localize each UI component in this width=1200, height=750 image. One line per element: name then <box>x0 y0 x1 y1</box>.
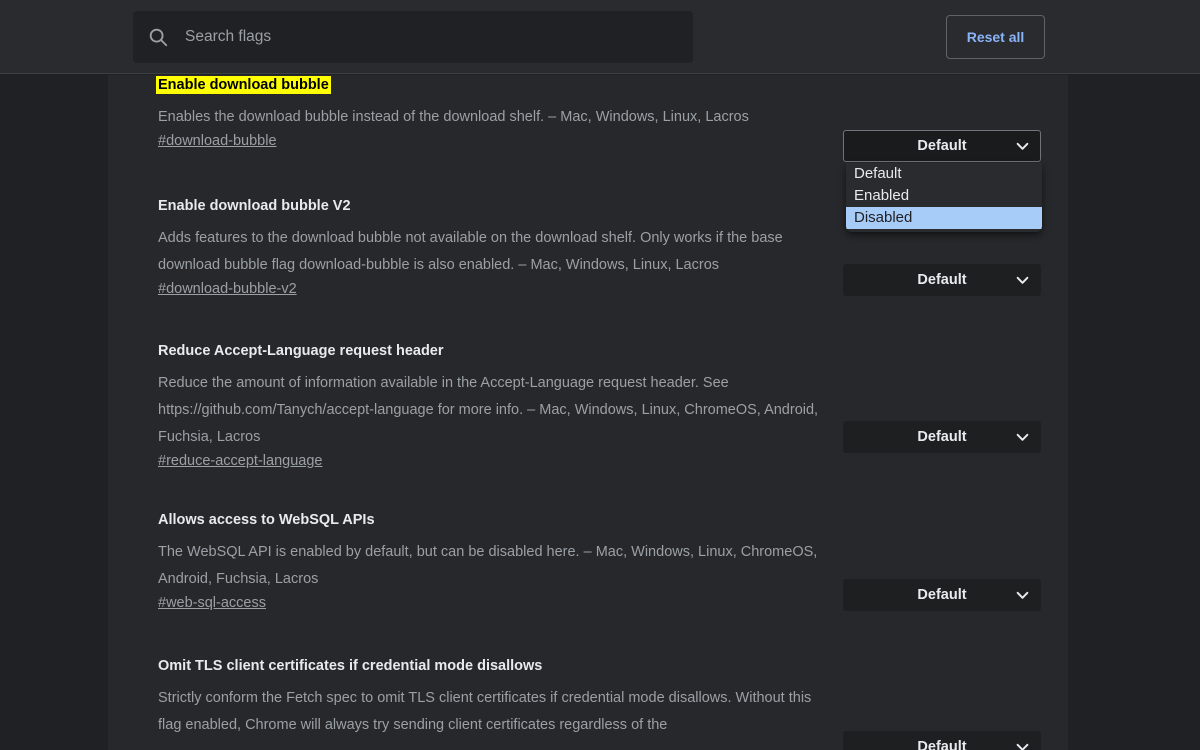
select-trigger[interactable]: Default <box>843 731 1041 750</box>
flag-permalink[interactable]: #download-bubble-v2 <box>158 281 297 297</box>
search-icon <box>147 26 169 48</box>
flag-description: The WebSQL API is enabled by default, bu… <box>158 539 833 593</box>
chevron-down-icon <box>1016 589 1029 602</box>
flag-title: Reduce Accept-Language request header <box>158 343 444 359</box>
flag-description: Adds features to the download bubble not… <box>158 225 833 279</box>
select-value: Default <box>917 739 966 750</box>
select-trigger[interactable]: Default <box>843 130 1041 162</box>
chevron-down-icon <box>1016 431 1029 444</box>
flag-permalink[interactable]: #reduce-accept-language <box>158 453 322 469</box>
select-option-list[interactable]: DefaultEnabledDisabled <box>846 163 1042 232</box>
flag-text-block: Allows access to WebSQL APIs The WebSQL A… <box>133 510 833 612</box>
flags-list: Enable download bubbleEnables the downlo… <box>108 75 1068 102</box>
select-value: Default <box>917 587 966 603</box>
select-trigger[interactable]: Default <box>843 264 1041 296</box>
select-trigger[interactable]: Default <box>843 421 1041 453</box>
top-toolbar: Reset all <box>0 0 1200 74</box>
select-option[interactable]: Default <box>846 163 1042 185</box>
flag-title-row: Allows access to WebSQL APIs <box>158 510 833 530</box>
chevron-down-icon <box>1016 741 1029 750</box>
select-trigger[interactable]: Default <box>843 579 1041 611</box>
flag-permalink[interactable]: #web-sql-access <box>158 595 266 611</box>
search-input[interactable] <box>185 11 679 63</box>
flag-text-block: Omit TLS client certificates if credenti… <box>133 656 833 739</box>
flag-text-block: Enable download bubble V2 Adds features t… <box>133 196 833 298</box>
flag-state-select[interactable]: Default <box>843 579 1041 611</box>
flag-title-row: Omit TLS client certificates if credenti… <box>158 656 833 676</box>
flags-content-panel: Enable download bubble Enables the downlo… <box>108 75 1068 750</box>
flag-title: Allows access to WebSQL APIs <box>158 512 375 528</box>
flag-state-select[interactable]: DefaultDefaultEnabledDisabled <box>843 130 1041 162</box>
select-option[interactable]: Disabled <box>846 207 1042 229</box>
flag-description: Reduce the amount of information availab… <box>158 370 833 451</box>
flag-title: Omit TLS client certificates if credenti… <box>158 658 542 674</box>
select-value: Default <box>917 272 966 288</box>
chevron-down-icon <box>1016 274 1029 287</box>
flag-permalink[interactable]: #download-bubble <box>158 133 277 149</box>
flag-title: Enable download bubble V2 <box>158 198 351 214</box>
reset-all-button[interactable]: Reset all <box>946 15 1045 59</box>
flag-text-block: Enable download bubble Enables the downlo… <box>133 75 833 150</box>
flag-title-row: Enable download bubble <box>158 75 833 95</box>
select-value: Default <box>917 429 966 445</box>
flag-title-row: Enable download bubble V2 <box>158 196 833 216</box>
flag-state-select[interactable]: Default <box>843 731 1041 750</box>
search-box[interactable] <box>133 11 693 63</box>
flag-description: Strictly conform the Fetch spec to omit … <box>158 685 833 739</box>
flag-description: Enables the download bubble instead of t… <box>158 104 833 131</box>
chevron-down-icon <box>1016 140 1029 153</box>
flag-state-select[interactable]: Default <box>843 421 1041 453</box>
select-value: Default <box>917 138 966 154</box>
flag-title: Enable download bubble <box>156 76 331 94</box>
flag-text-block: Reduce Accept-Language request header Red… <box>133 341 833 470</box>
flag-state-select[interactable]: Default <box>843 264 1041 296</box>
flag-title-row: Reduce Accept-Language request header <box>158 341 833 361</box>
select-option[interactable]: Enabled <box>846 185 1042 207</box>
